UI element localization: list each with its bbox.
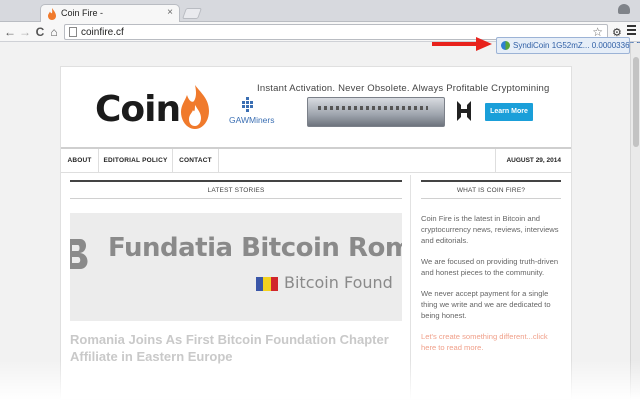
read-more-link[interactable]: Let's create something different...click… bbox=[421, 331, 561, 353]
gawminers-logo-icon bbox=[242, 97, 253, 112]
featured-story-image[interactable]: Fundatia Bitcoin Roma Bitcoin Found bbox=[70, 213, 402, 321]
gawminers-ad-banner[interactable]: Instant Activation. Never Obsolete. Alwa… bbox=[227, 83, 549, 133]
bitcoin-foundation-mark-icon bbox=[70, 239, 88, 269]
tab-coin-fire[interactable]: Coin Fire - × bbox=[40, 4, 180, 23]
sidebar-paragraph-3: We never accept payment for a single thi… bbox=[421, 289, 551, 320]
latest-stories-heading: LATEST STORIES bbox=[70, 185, 402, 199]
syndicoin-logo-icon bbox=[501, 41, 510, 50]
coin-fire-logo[interactable]: Coin bbox=[95, 85, 215, 135]
learn-more-button[interactable]: Learn More ❯❯ bbox=[485, 103, 533, 133]
featured-image-title: Fundatia Bitcoin Roma bbox=[108, 233, 402, 263]
nav-editorial-policy[interactable]: EDITORIAL POLICY bbox=[99, 149, 173, 173]
miner-hardware-image bbox=[307, 97, 445, 127]
browser-menu-icon[interactable] bbox=[627, 25, 636, 37]
profile-button[interactable] bbox=[612, 2, 634, 16]
logo-text: Coin bbox=[95, 89, 181, 130]
sidebar-paragraph-1: Coin Fire is the latest in Bitcoin and c… bbox=[421, 214, 559, 245]
current-date: AUGUST 29, 2014 bbox=[495, 149, 571, 173]
bottom-fade bbox=[0, 360, 640, 400]
hashlet-logo-icon bbox=[457, 101, 471, 121]
syndicoin-balance: SyndiCoin 1G52mZ... 0.00003367 BTC bbox=[513, 41, 640, 50]
ad-tagline: Instant Activation. Never Obsolete. Alwa… bbox=[257, 83, 550, 94]
reload-button[interactable]: C bbox=[34, 25, 46, 39]
site-nav-bar: ABOUT EDITORIAL POLICY CONTACT AUGUST 29… bbox=[61, 147, 571, 173]
tab-strip: Coin Fire - × bbox=[0, 0, 640, 23]
back-button[interactable]: ← bbox=[4, 25, 16, 39]
home-button[interactable]: ⌂ bbox=[48, 25, 60, 39]
tab-title: Coin Fire - bbox=[61, 8, 104, 18]
syndicoin-extension-badge[interactable]: SyndiCoin 1G52mZ... 0.00003367 BTC bbox=[496, 37, 640, 54]
forward-button[interactable]: → bbox=[19, 25, 31, 39]
nav-about[interactable]: ABOUT bbox=[61, 149, 99, 173]
person-icon bbox=[618, 4, 630, 14]
featured-image-subtitle: Bitcoin Found bbox=[284, 273, 393, 292]
romania-flag-icon bbox=[256, 277, 278, 291]
sidebar-heading: WHAT IS COIN FIRE? bbox=[421, 185, 561, 199]
close-tab-icon[interactable]: × bbox=[167, 7, 173, 18]
flame-logo-icon bbox=[181, 85, 209, 129]
sidebar-rule bbox=[421, 180, 561, 182]
url-text: coinfire.cf bbox=[81, 27, 124, 38]
page-icon bbox=[69, 27, 77, 37]
nav-contact[interactable]: CONTACT bbox=[173, 149, 219, 173]
browser-window: Coin Fire - × ← → C ⌂ coinfire.cf ☆ ⚙ Sy… bbox=[0, 0, 640, 400]
sidebar-about: Coin Fire is the latest in Bitcoin and c… bbox=[421, 213, 561, 363]
latest-stories-rule bbox=[70, 180, 402, 182]
new-tab-button[interactable] bbox=[181, 8, 203, 19]
sidebar-paragraph-2: We are focused on providing truth-driven… bbox=[421, 257, 559, 277]
red-arrow-annotation-icon bbox=[432, 37, 492, 51]
website-page: Coin Instant Activation. Never Obsolete.… bbox=[60, 66, 572, 400]
flame-favicon-icon bbox=[48, 8, 56, 20]
page-scrollbar[interactable] bbox=[630, 43, 640, 400]
scrollbar-thumb[interactable] bbox=[633, 57, 639, 147]
gawminers-label: GAWMiners bbox=[229, 115, 275, 125]
